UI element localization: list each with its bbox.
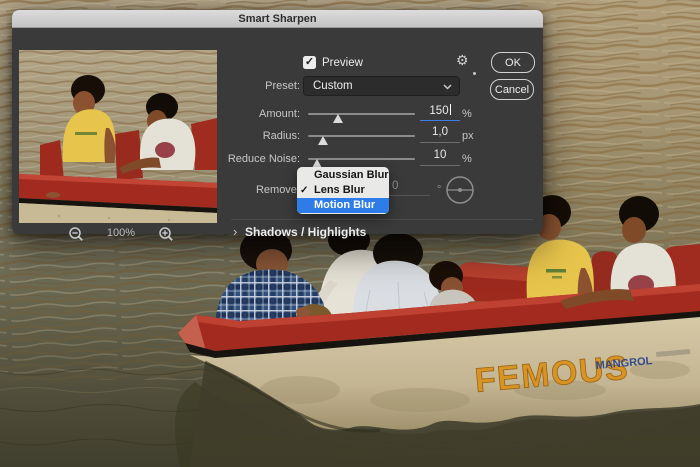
radius-slider[interactable] bbox=[308, 135, 415, 137]
menu-item-lens-blur[interactable]: ✓ Lens Blur bbox=[297, 183, 389, 198]
reduce-noise-slider[interactable] bbox=[308, 158, 415, 160]
preset-label: Preset: bbox=[162, 80, 300, 92]
zoom-level-label: 100% bbox=[102, 227, 140, 239]
radius-input[interactable]: 1,0 bbox=[420, 126, 460, 143]
screenshot-stage: FEMOUS MANGROL Smart Sharpen bbox=[0, 0, 700, 467]
menu-item-gaussian-blur[interactable]: Gaussian Blur bbox=[297, 168, 389, 183]
amount-slider-thumb[interactable] bbox=[333, 114, 343, 123]
radius-label: Radius: bbox=[162, 130, 300, 142]
angle-unit: ° bbox=[437, 184, 441, 196]
amount-input[interactable]: 150 bbox=[420, 104, 460, 121]
amount-label: Amount: bbox=[162, 108, 300, 120]
dialog-titlebar[interactable]: Smart Sharpen bbox=[12, 10, 543, 28]
chevron-down-icon bbox=[443, 84, 452, 90]
smart-sharpen-dialog: Smart Sharpen bbox=[12, 10, 543, 234]
reduce-noise-input[interactable]: 10 bbox=[420, 149, 460, 166]
check-icon: ✓ bbox=[305, 56, 314, 68]
chevron-right-icon[interactable]: › bbox=[233, 224, 237, 239]
preset-value: Custom bbox=[313, 80, 353, 92]
amount-slider[interactable] bbox=[308, 113, 415, 115]
zoom-out-icon[interactable] bbox=[68, 226, 85, 243]
remove-blur-menu: Gaussian Blur ✓ Lens Blur Motion Blur bbox=[297, 167, 389, 214]
zoom-in-icon[interactable] bbox=[158, 226, 175, 243]
angle-dial[interactable] bbox=[445, 175, 475, 205]
radius-unit: px bbox=[462, 130, 474, 142]
reduce-noise-unit: % bbox=[462, 153, 472, 165]
section-divider bbox=[231, 219, 533, 220]
menu-item-motion-blur[interactable]: Motion Blur bbox=[297, 198, 389, 213]
check-icon: ✓ bbox=[300, 183, 308, 198]
preview-label: Preview bbox=[322, 57, 363, 69]
dialog-body: 100% ✓ Preview ⚙ OK Cancel Preset: bbox=[12, 28, 543, 234]
reduce-noise-label: Reduce Noise: bbox=[162, 153, 300, 165]
preset-select[interactable]: Custom bbox=[303, 76, 460, 96]
amount-unit: % bbox=[462, 108, 472, 120]
gear-menu-dot bbox=[473, 72, 476, 75]
preview-zoom-controls: 100% bbox=[12, 224, 217, 246]
radius-slider-thumb[interactable] bbox=[318, 136, 328, 145]
shadows-highlights-toggle[interactable]: Shadows / Highlights bbox=[245, 225, 366, 239]
gear-icon[interactable]: ⚙ bbox=[456, 52, 469, 68]
preview-checkbox[interactable]: ✓ bbox=[303, 56, 316, 69]
text-cursor bbox=[450, 104, 451, 115]
remove-label: Remove: bbox=[162, 184, 300, 196]
dialog-title: Smart Sharpen bbox=[238, 13, 316, 25]
cancel-button[interactable]: Cancel bbox=[490, 79, 534, 100]
ok-button[interactable]: OK bbox=[491, 52, 535, 73]
